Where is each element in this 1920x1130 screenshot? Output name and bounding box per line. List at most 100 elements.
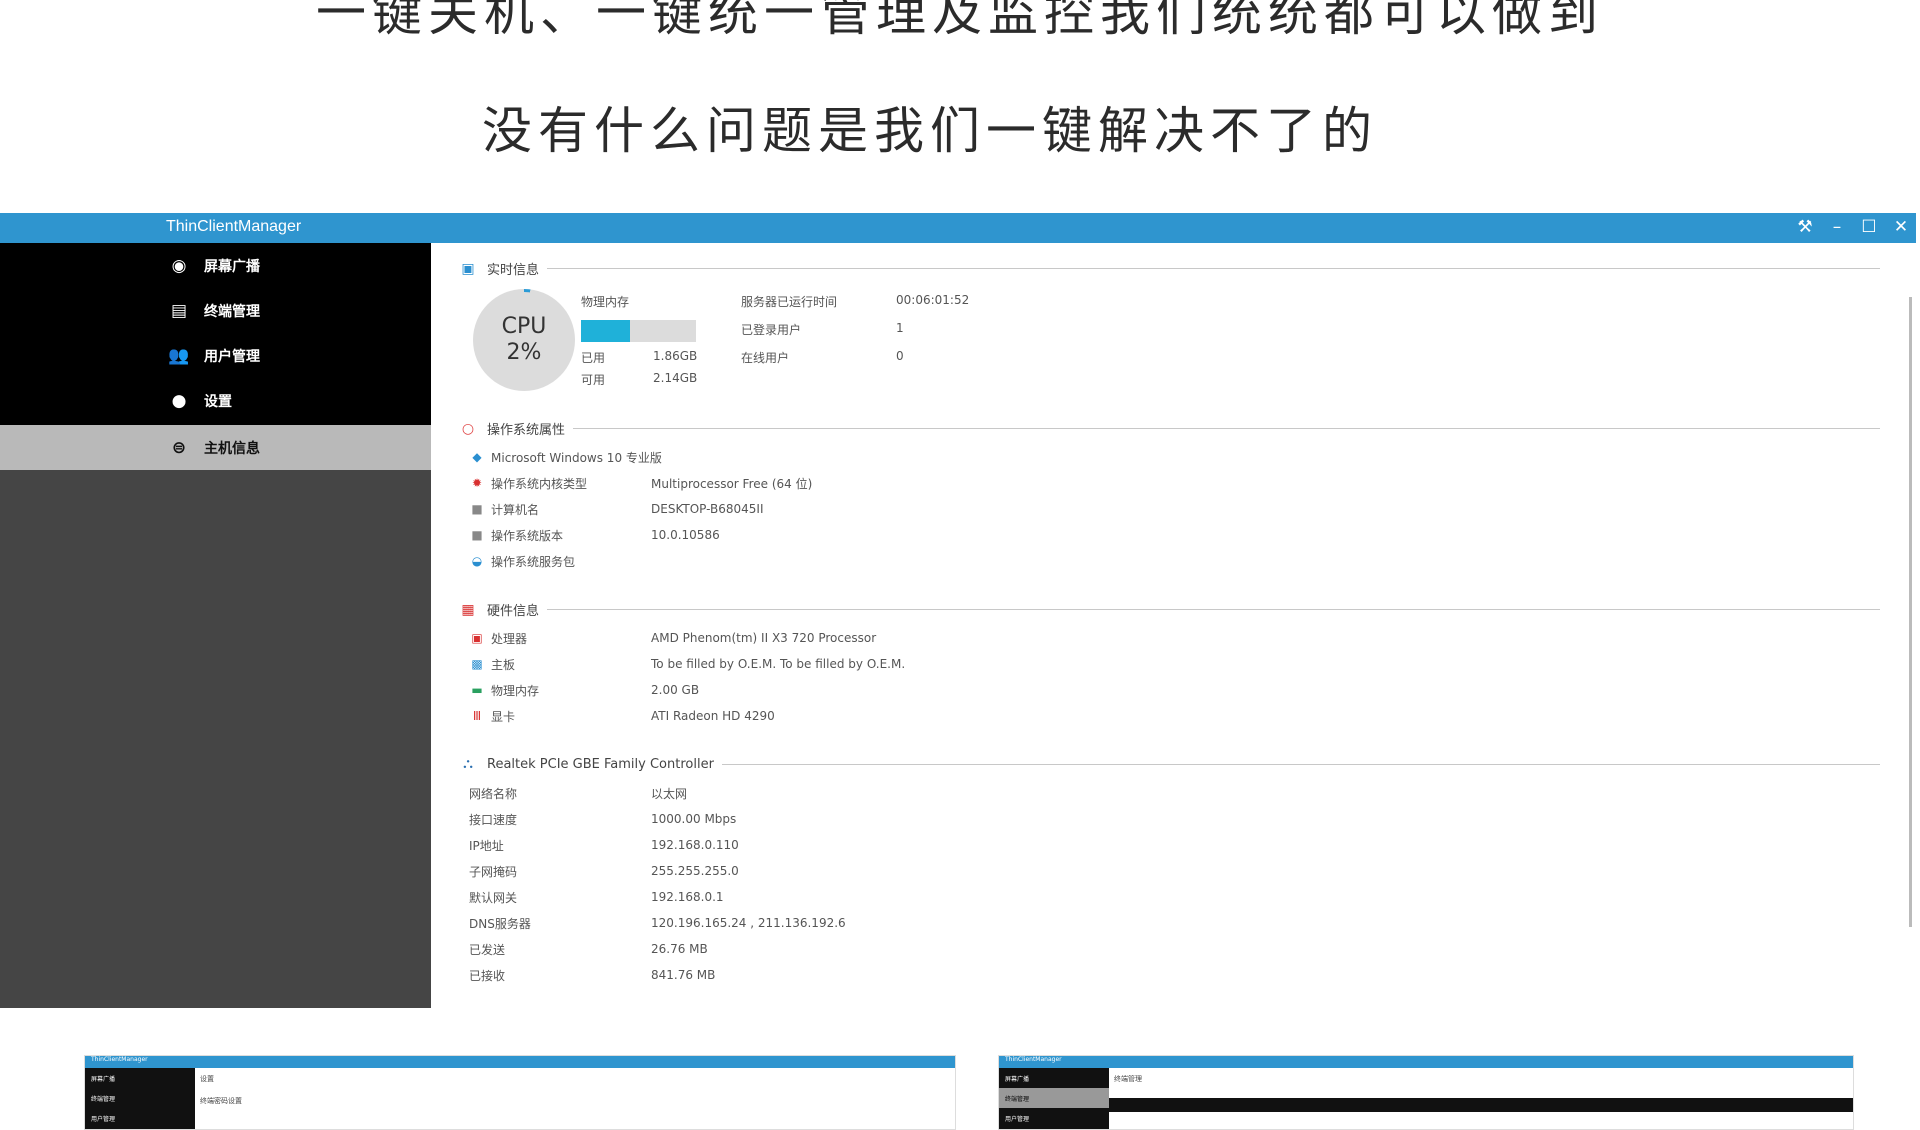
os-name: Microsoft Windows 10 专业版 — [491, 450, 662, 465]
sidebar-item-label: 主机信息 — [204, 440, 260, 457]
os-version-label: 操作系统版本 — [491, 528, 564, 543]
network-row-label: 已发送 — [469, 942, 506, 957]
broadcast-icon: ◉ — [171, 255, 187, 276]
thumb-content: 终端管理 — [1114, 1075, 1142, 1083]
network-row-value: 841.76 MB — [651, 968, 716, 982]
network-icon: ⛬ — [463, 756, 473, 772]
network-row-label: 子网掩码 — [469, 864, 518, 879]
thumb-content-2: 终端密码设置 — [200, 1097, 242, 1105]
hw-mem-value: 2.00 GB — [651, 683, 700, 697]
network-row-label: DNS服务器 — [469, 916, 531, 931]
hw-mem-label: 物理内存 — [491, 683, 540, 698]
sidebar-item-settings[interactable]: ● 设置 — [0, 378, 431, 423]
connected-label: 已登录用户 — [741, 323, 802, 337]
headline-line-1: 一键关机、一键统一管理及监控我们统统都可以做到 — [316, 0, 1604, 42]
network-row-value: 192.168.0.1 — [651, 890, 724, 904]
thumbnail-title: ThinClientManager — [91, 1056, 148, 1063]
thumb-nav-item: 用户管理 — [1005, 1115, 1030, 1123]
sidebar-item-label: 终端管理 — [204, 303, 260, 320]
network-row-value: 以太网 — [651, 786, 688, 801]
section-title: 操作系统属性 — [487, 423, 566, 438]
processor-icon: ▣ — [471, 631, 483, 645]
minimize-button[interactable]: – — [1828, 216, 1846, 238]
sidebar-nav: ◉ 屏幕广播 ▤ 终端管理 👥 用户管理 ● 设置 — [0, 243, 431, 425]
sidebar-item-terminal[interactable]: ▤ 终端管理 — [0, 288, 431, 333]
computer-icon: ■ — [471, 502, 483, 516]
network-row: 已发送 26.76 MB — [469, 940, 708, 958]
headline-line-2: 没有什么问题是我们一键解决不了的 — [482, 102, 1378, 160]
sidebar-item-label: 屏幕广播 — [204, 258, 260, 275]
os-kernel-value: Multiprocessor Free (64 位) — [651, 476, 813, 491]
close-button[interactable]: ✕ — [1892, 216, 1910, 238]
memory-icon: ▬ — [471, 683, 483, 697]
sidebar: ◉ 屏幕广播 ▤ 终端管理 👥 用户管理 ● 设置 ⊜ 主机信息 — [0, 243, 431, 1008]
uptime-label: 服务器已运行时间 — [741, 295, 838, 309]
network-row: 已接收 841.76 MB — [469, 966, 715, 984]
app-window: ThinClientManager ⚒ – ☐ ✕ ◉ 屏幕广播 ▤ 终端管理 … — [0, 213, 1916, 1008]
thumbnail-terminal: ThinClientManager 屏幕广播 终端管理 用户管理 终端管理 — [998, 1055, 1854, 1130]
os-version-value: 10.0.10586 — [651, 528, 720, 542]
network-row-value: 120.196.165.24 , 211.136.192.6 — [651, 916, 846, 930]
terminal-icon: ▤ — [170, 300, 188, 321]
tools-icon[interactable]: ⚒ — [1796, 216, 1814, 238]
network-row: 子网掩码 255.255.255.0 — [469, 862, 739, 880]
thumb-nav-item: 屏幕广播 — [91, 1075, 116, 1083]
host-icon: ⊜ — [171, 437, 187, 458]
thumb-content: 设置 — [200, 1075, 214, 1083]
os-kernel-row: ✹ 操作系统内核类型 Multiprocessor Free (64 位) — [469, 474, 812, 492]
os-name-row: ◆ Microsoft Windows 10 专业版 — [469, 448, 662, 466]
cpu-label: CPU — [501, 314, 547, 339]
hw-board-value: To be filled by O.E.M. To be filled by O… — [651, 657, 906, 671]
section-title: 硬件信息 — [487, 604, 540, 619]
online-value: 0 — [896, 349, 904, 363]
gpu-icon: Ⅲ — [472, 709, 482, 723]
hw-cpu-row: ▣ 处理器 AMD Phenom(tm) II X3 720 Processor — [469, 629, 876, 647]
users-icon: 👥 — [168, 345, 190, 366]
hw-gpu-value: ATI Radeon HD 4290 — [651, 709, 775, 723]
motherboard-icon: ▩ — [471, 657, 483, 671]
network-row-label: 网络名称 — [469, 786, 518, 801]
hw-gpu-row: Ⅲ 显卡 ATI Radeon HD 4290 — [469, 707, 775, 725]
os-computer-value: DESKTOP-B68045II — [651, 502, 764, 516]
service-pack-icon: ◒ — [471, 554, 483, 568]
kernel-icon: ✹ — [471, 476, 483, 490]
cpu-value: 2% — [506, 340, 542, 365]
online-label: 在线用户 — [741, 351, 790, 365]
network-row: IP地址 192.168.0.110 — [469, 836, 739, 854]
sidebar-item-broadcast[interactable]: ◉ 屏幕广播 — [0, 243, 431, 288]
os-kernel-label: 操作系统内核类型 — [491, 476, 588, 491]
os-computer-label: 计算机名 — [491, 502, 540, 517]
windows-icon: ◆ — [472, 450, 482, 464]
sidebar-item-label: 设置 — [204, 393, 232, 410]
hw-cpu-label: 处理器 — [491, 631, 528, 646]
network-row-label: IP地址 — [469, 838, 504, 853]
os-sp-label: 操作系统服务包 — [491, 554, 576, 569]
free-value: 2.14GB — [653, 371, 698, 385]
os-computer-row: ■ 计算机名 DESKTOP-B68045II — [469, 500, 764, 518]
used-label: 已用 — [581, 351, 606, 365]
section-title: 实时信息 — [487, 263, 540, 278]
network-row-value: 26.76 MB — [651, 942, 708, 956]
network-row-label: 已接收 — [469, 968, 506, 983]
connected-value: 1 — [896, 321, 904, 335]
network-section-header: ⛬ Realtek PCIe GBE Family Controller — [459, 756, 1880, 772]
os-version-row: ■ 操作系统版本 10.0.10586 — [469, 526, 720, 544]
scrollbar[interactable] — [1909, 297, 1912, 927]
hw-gpu-label: 显卡 — [491, 709, 516, 724]
network-row-value: 192.168.0.110 — [651, 838, 739, 852]
maximize-button[interactable]: ☐ — [1860, 216, 1878, 238]
network-row: 接口速度 1000.00 Mbps — [469, 810, 736, 828]
thumbnail-title: ThinClientManager — [1005, 1056, 1062, 1063]
memory-label: 物理内存 — [581, 295, 630, 309]
network-row-value: 255.255.255.0 — [651, 864, 739, 878]
hw-board-row: ▩ 主板 To be filled by O.E.M. To be filled… — [469, 655, 905, 673]
network-row-label: 默认网关 — [469, 890, 518, 905]
window-controls: ⚒ – ☐ ✕ — [1796, 216, 1910, 238]
sidebar-item-users[interactable]: 👥 用户管理 — [0, 333, 431, 378]
thumbnail-settings: ThinClientManager 屏幕广播 终端管理 用户管理 设置 终端密码… — [84, 1055, 956, 1130]
version-icon: ■ — [471, 528, 483, 542]
hw-board-label: 主板 — [491, 657, 516, 672]
thumb-nav-item: 终端管理 — [91, 1095, 116, 1103]
title-bar: ThinClientManager ⚒ – ☐ ✕ — [0, 213, 1916, 243]
sidebar-item-host-info[interactable]: ⊜ 主机信息 — [0, 425, 431, 470]
